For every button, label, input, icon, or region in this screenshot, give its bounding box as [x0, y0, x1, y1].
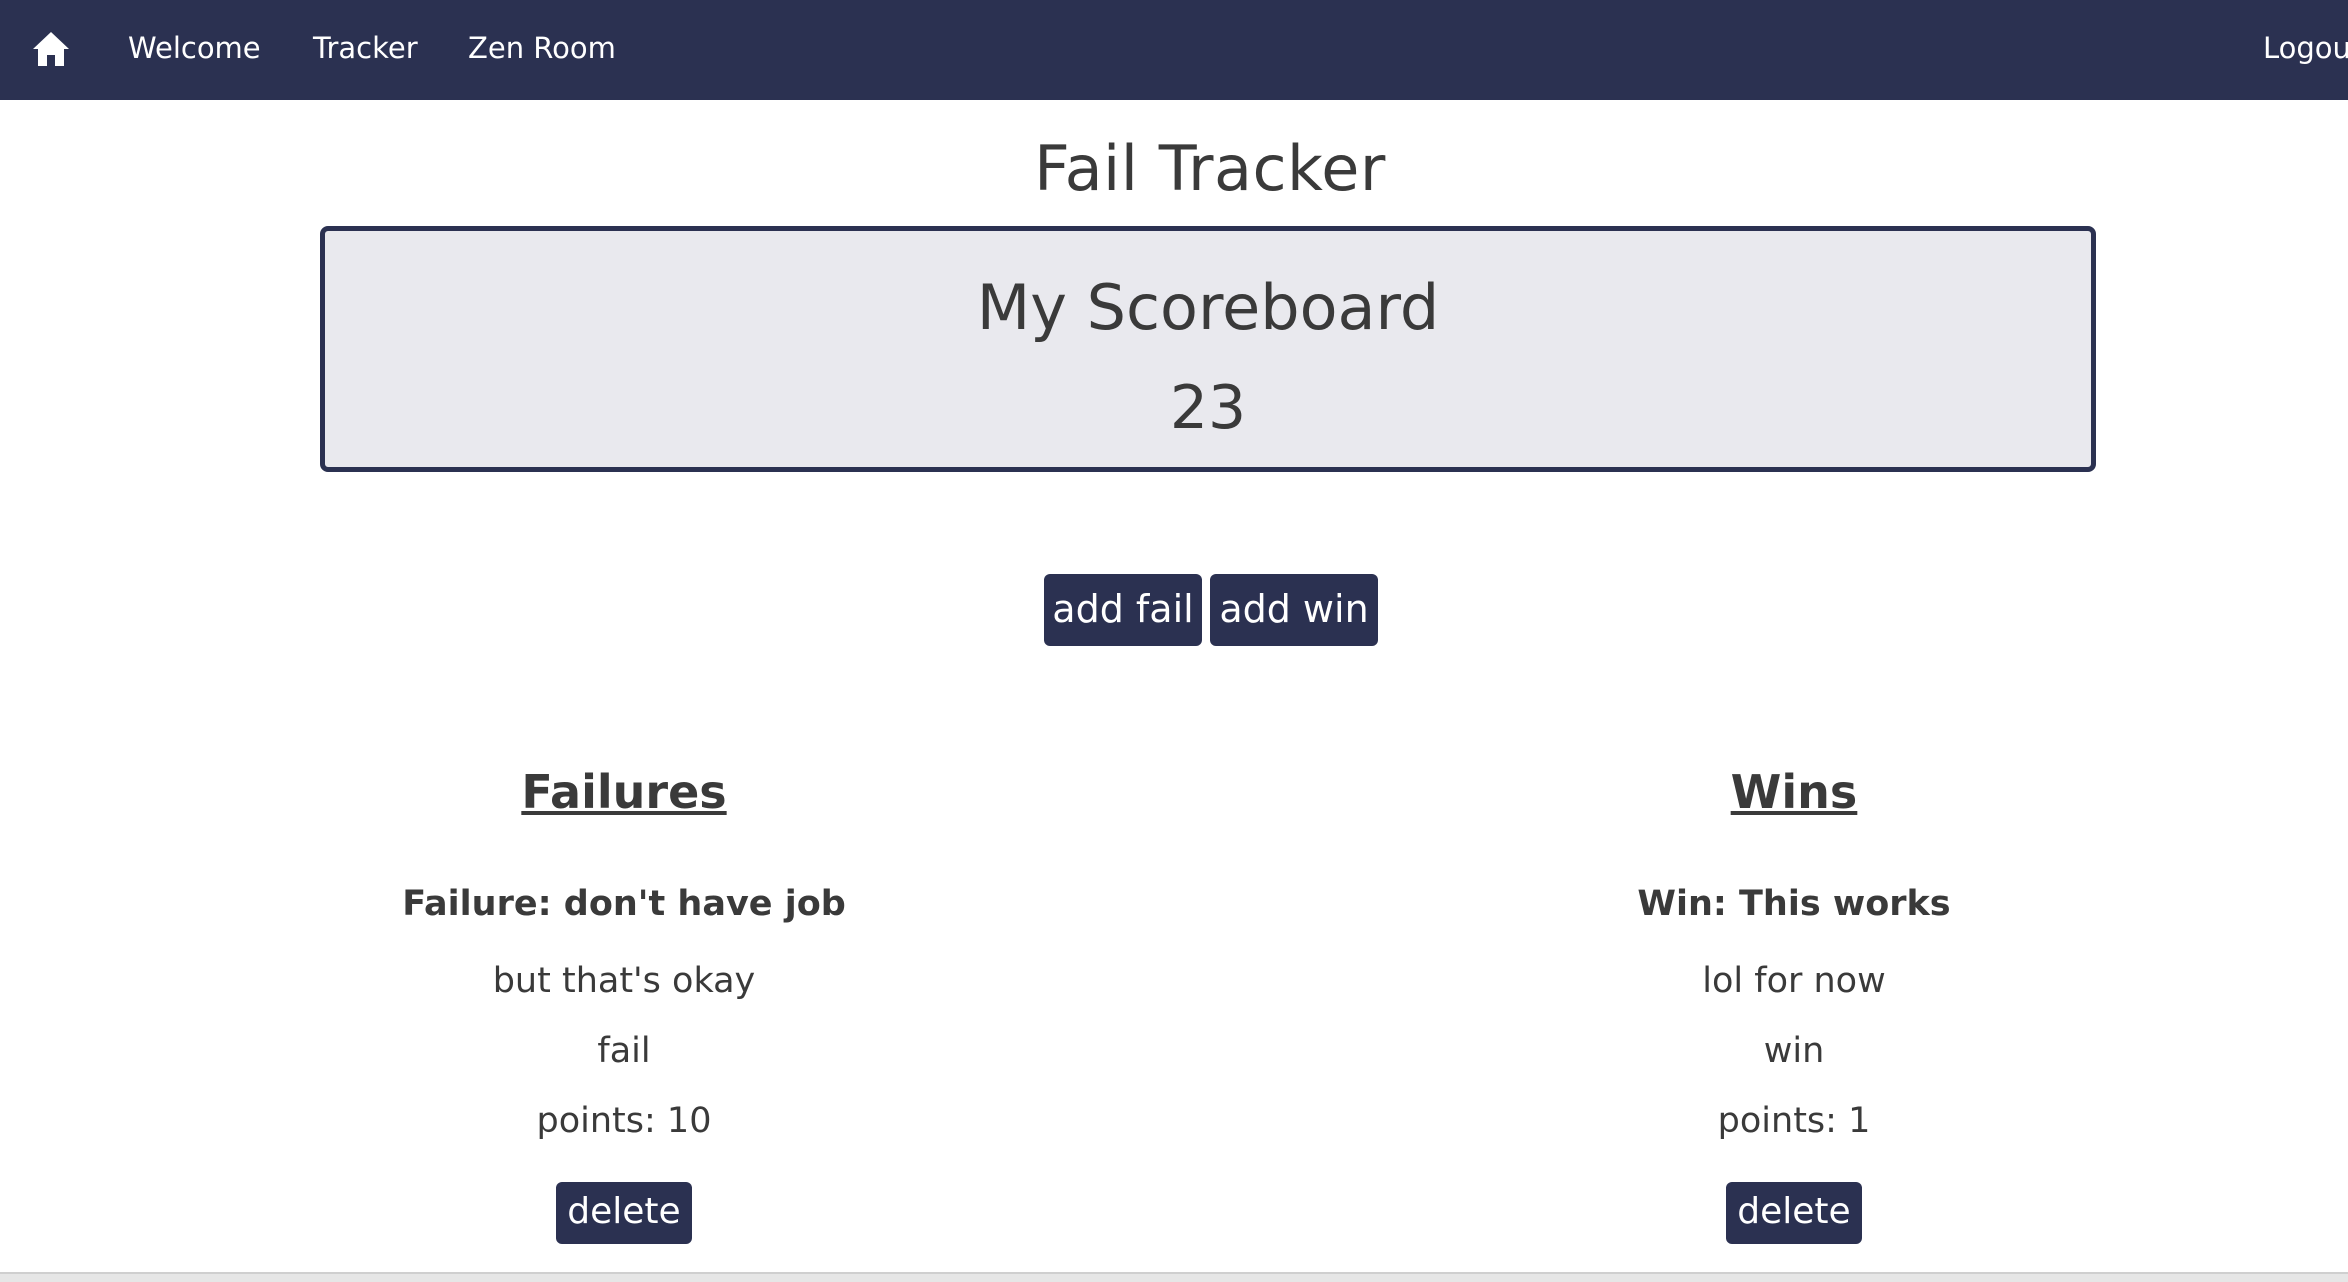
failures-heading: Failures [521, 765, 727, 819]
scoreboard-score: 23 [1169, 373, 1247, 443]
scoreboard-title: My Scoreboard [976, 271, 1440, 344]
win-delete-button[interactable]: delete [1726, 1182, 1862, 1244]
win-entry: Win: This works lol for now win points: … [1444, 876, 2144, 1244]
home-icon [33, 32, 69, 66]
top-navbar: Welcome Tracker Zen Room Logout [0, 0, 2348, 100]
win-entry-title: Win: This works [1637, 884, 1951, 924]
logout-link[interactable]: Logout [2263, 0, 2348, 100]
failure-delete-button[interactable]: delete [556, 1182, 692, 1244]
scoreboard-panel: My Scoreboard 23 [320, 226, 2096, 472]
nav-welcome-link[interactable]: Welcome [128, 0, 261, 100]
wins-column: Wins Win: This works lol for now win poi… [1444, 760, 2144, 1244]
add-win-button[interactable]: add win [1210, 574, 1378, 646]
failures-column: Failures Failure: don't have job but tha… [274, 760, 974, 1244]
win-entry-points: points: 1 [1717, 1101, 1871, 1141]
wins-heading: Wins [1730, 765, 1858, 819]
home-link[interactable] [28, 26, 74, 72]
nav-tracker-link[interactable]: Tracker [313, 0, 418, 100]
win-entry-type: win [1763, 1031, 1825, 1071]
failure-entry-points: points: 10 [536, 1101, 712, 1141]
failure-entry-type: fail [597, 1031, 651, 1071]
add-fail-button[interactable]: add fail [1044, 574, 1202, 646]
nav-zen-room-link[interactable]: Zen Room [468, 0, 616, 100]
page-title: Fail Tracker [1034, 132, 1386, 205]
win-entry-description: lol for now [1702, 961, 1886, 1001]
horizontal-scrollbar[interactable] [0, 1272, 2348, 1282]
failure-entry-title: Failure: don't have job [402, 884, 846, 924]
failure-entry: Failure: don't have job but that's okay … [274, 876, 974, 1244]
failure-entry-description: but that's okay [492, 961, 756, 1001]
